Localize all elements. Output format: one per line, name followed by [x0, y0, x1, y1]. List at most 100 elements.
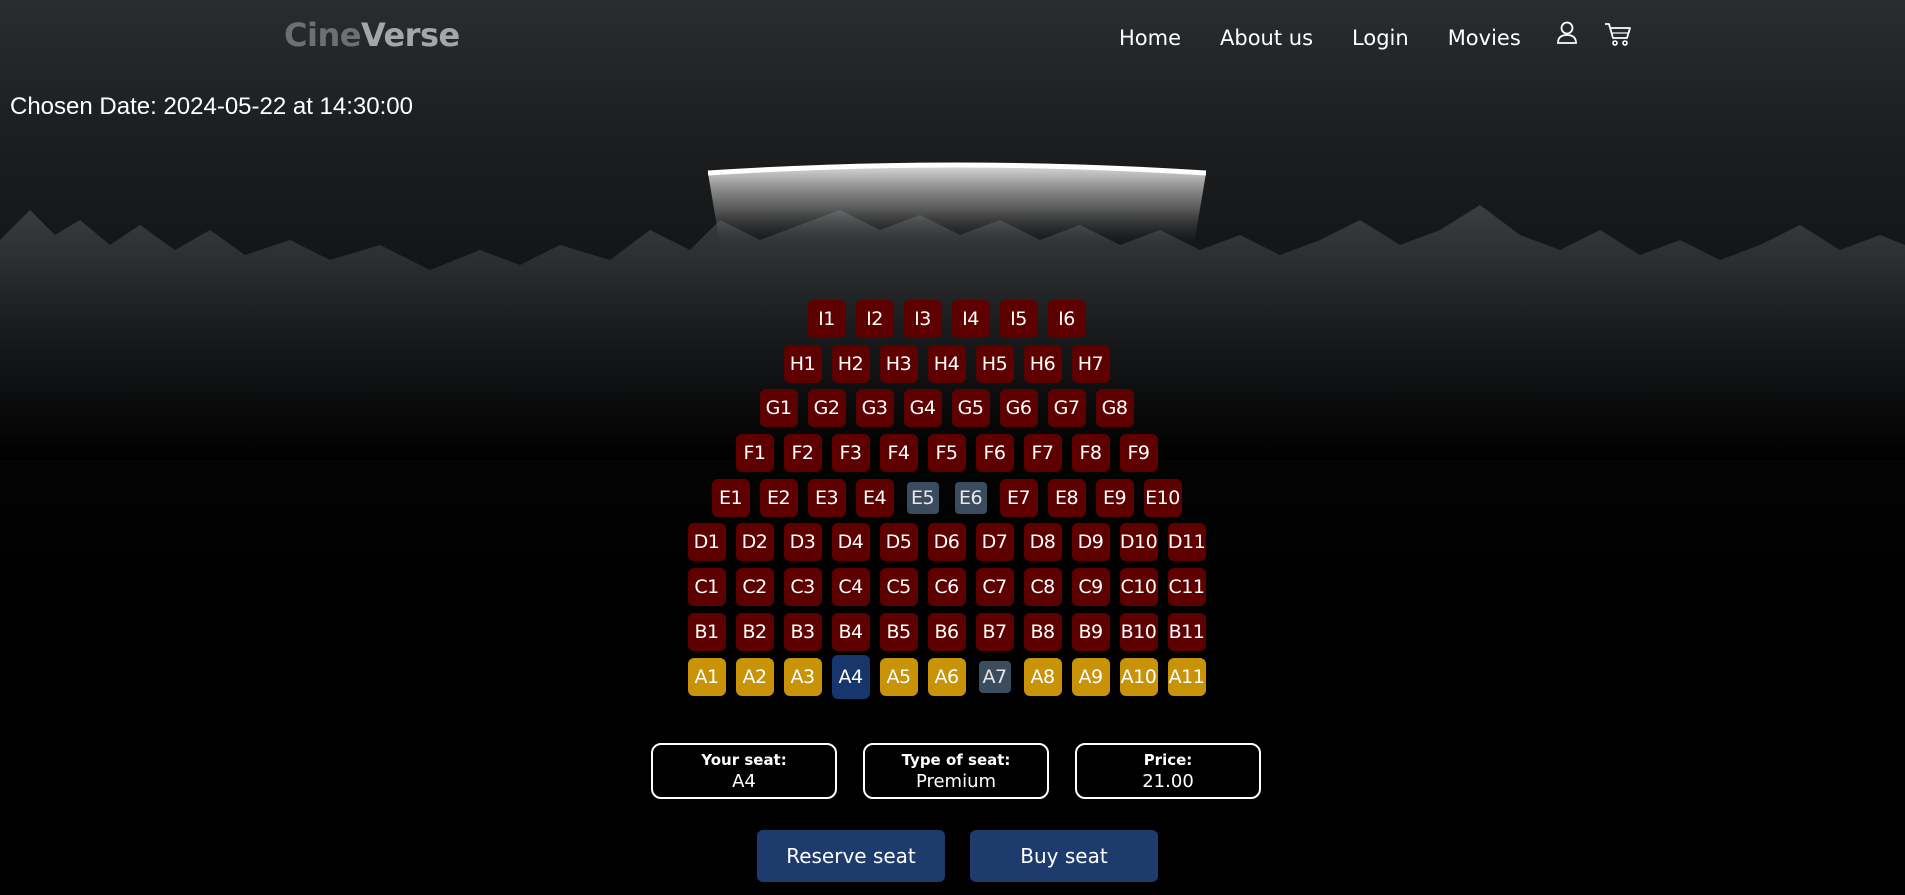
seat-c8[interactable]: C8 — [1023, 568, 1062, 607]
seat-a5[interactable]: A5 — [879, 657, 918, 696]
reserve-seat-button[interactable]: Reserve seat — [757, 830, 945, 882]
seat-d1[interactable]: D1 — [687, 523, 726, 562]
seat-e10[interactable]: E10 — [1143, 478, 1182, 517]
seat-d3[interactable]: D3 — [783, 523, 822, 562]
seat-d5[interactable]: D5 — [879, 523, 918, 562]
seat-h1[interactable]: H1 — [783, 344, 822, 383]
seat-row-a: A1 A2 A3 A4 A5 A6 A7 A8 A9 A10 A11 — [0, 654, 1905, 699]
user-icon[interactable] — [1556, 21, 1578, 45]
seat-f4[interactable]: F4 — [879, 434, 918, 473]
seat-c6[interactable]: C6 — [927, 568, 966, 607]
nav-about-us[interactable]: About us — [1220, 26, 1313, 50]
seat-d9[interactable]: D9 — [1071, 523, 1110, 562]
seat-info-panel: Your seat: A4 Type of seat: Premium Pric… — [651, 743, 1261, 799]
seat-g3[interactable]: G3 — [855, 389, 894, 428]
seat-f7[interactable]: F7 — [1023, 434, 1062, 473]
seat-i3[interactable]: I3 — [903, 300, 942, 338]
seat-c4[interactable]: C4 — [831, 568, 870, 607]
seat-a1[interactable]: A1 — [687, 657, 726, 696]
seat-a8[interactable]: A8 — [1023, 657, 1062, 696]
seat-h7[interactable]: H7 — [1071, 344, 1110, 383]
seat-c11[interactable]: C11 — [1167, 568, 1206, 607]
seat-b9[interactable]: B9 — [1071, 612, 1110, 651]
nav-home[interactable]: Home — [1119, 26, 1181, 50]
seat-b10[interactable]: B10 — [1119, 612, 1158, 651]
site-logo[interactable]: CineVerse — [284, 16, 460, 54]
seat-a4[interactable]: A4 — [831, 654, 870, 699]
seat-h3[interactable]: H3 — [879, 344, 918, 383]
seat-e8[interactable]: E8 — [1047, 478, 1086, 517]
seat-a11[interactable]: A11 — [1167, 657, 1206, 696]
seat-h2[interactable]: H2 — [831, 344, 870, 383]
seat-c5[interactable]: C5 — [879, 568, 918, 607]
seat-b7[interactable]: B7 — [975, 612, 1014, 651]
seat-a10[interactable]: A10 — [1119, 657, 1158, 696]
seat-d7[interactable]: D7 — [975, 523, 1014, 562]
price-box: Price: 21.00 — [1075, 743, 1261, 799]
chosen-date-label: Chosen Date: — [10, 93, 157, 120]
seat-b1[interactable]: B1 — [687, 612, 726, 651]
seat-f2[interactable]: F2 — [783, 434, 822, 473]
seat-f8[interactable]: F8 — [1071, 434, 1110, 473]
seat-a3[interactable]: A3 — [783, 657, 822, 696]
seat-row-c: C1 C2 C3 C4 C5 C6 C7 C8 C9 C10 C11 — [0, 568, 1905, 607]
seat-e3[interactable]: E3 — [807, 478, 846, 517]
seat-g1[interactable]: G1 — [759, 389, 798, 428]
seat-d4[interactable]: D4 — [831, 523, 870, 562]
seat-e1[interactable]: E1 — [711, 478, 750, 517]
seat-a2[interactable]: A2 — [735, 657, 774, 696]
seat-e4[interactable]: E4 — [855, 478, 894, 517]
seat-g4[interactable]: G4 — [903, 389, 942, 428]
seat-b11[interactable]: B11 — [1167, 612, 1206, 651]
seat-i2[interactable]: I2 — [855, 300, 894, 338]
seat-d8[interactable]: D8 — [1023, 523, 1062, 562]
seat-e2[interactable]: E2 — [759, 478, 798, 517]
seat-c7[interactable]: C7 — [975, 568, 1014, 607]
seat-b4[interactable]: B4 — [831, 612, 870, 651]
seat-c1[interactable]: C1 — [687, 568, 726, 607]
nav-movies[interactable]: Movies — [1448, 26, 1521, 50]
seat-e5: E5 — [906, 481, 939, 514]
logo-text-cine: Cine — [284, 16, 361, 54]
seat-f6[interactable]: F6 — [975, 434, 1014, 473]
seat-c3[interactable]: C3 — [783, 568, 822, 607]
seat-g6[interactable]: G6 — [999, 389, 1038, 428]
seat-b5[interactable]: B5 — [879, 612, 918, 651]
seat-i1[interactable]: I1 — [807, 300, 846, 338]
seat-b6[interactable]: B6 — [927, 612, 966, 651]
cart-icon[interactable] — [1604, 21, 1632, 47]
seat-g8[interactable]: G8 — [1095, 389, 1134, 428]
seat-b8[interactable]: B8 — [1023, 612, 1062, 651]
seat-f3[interactable]: F3 — [831, 434, 870, 473]
seat-g2[interactable]: G2 — [807, 389, 846, 428]
seat-i5[interactable]: I5 — [999, 300, 1038, 338]
seat-h6[interactable]: H6 — [1023, 344, 1062, 383]
seat-map: I1 I2 I3 I4 I5 I6 H1 H2 H3 H4 H5 H6 H7 G1 G2 G3 G4 G5 G6 G7… — [0, 300, 1905, 702]
seat-c10[interactable]: C10 — [1119, 568, 1158, 607]
your-seat-value: A4 — [732, 771, 756, 792]
seat-f5[interactable]: F5 — [927, 434, 966, 473]
seat-g5[interactable]: G5 — [951, 389, 990, 428]
logo-text-verse: Verse — [360, 16, 460, 54]
seat-b2[interactable]: B2 — [735, 612, 774, 651]
seat-a9[interactable]: A9 — [1071, 657, 1110, 696]
seat-d11[interactable]: D11 — [1167, 523, 1206, 562]
seat-b3[interactable]: B3 — [783, 612, 822, 651]
seat-g7[interactable]: G7 — [1047, 389, 1086, 428]
seat-e7[interactable]: E7 — [999, 478, 1038, 517]
seat-a6[interactable]: A6 — [927, 657, 966, 696]
seat-h4[interactable]: H4 — [927, 344, 966, 383]
seat-f9[interactable]: F9 — [1119, 434, 1158, 473]
seat-d2[interactable]: D2 — [735, 523, 774, 562]
buy-seat-button[interactable]: Buy seat — [970, 830, 1158, 882]
seat-i4[interactable]: I4 — [951, 300, 990, 338]
seat-d6[interactable]: D6 — [927, 523, 966, 562]
seat-c9[interactable]: C9 — [1071, 568, 1110, 607]
seat-f1[interactable]: F1 — [735, 434, 774, 473]
seat-d10[interactable]: D10 — [1119, 523, 1158, 562]
seat-h5[interactable]: H5 — [975, 344, 1014, 383]
seat-i6[interactable]: I6 — [1047, 300, 1086, 338]
seat-c2[interactable]: C2 — [735, 568, 774, 607]
nav-login[interactable]: Login — [1352, 26, 1409, 50]
seat-e9[interactable]: E9 — [1095, 478, 1134, 517]
